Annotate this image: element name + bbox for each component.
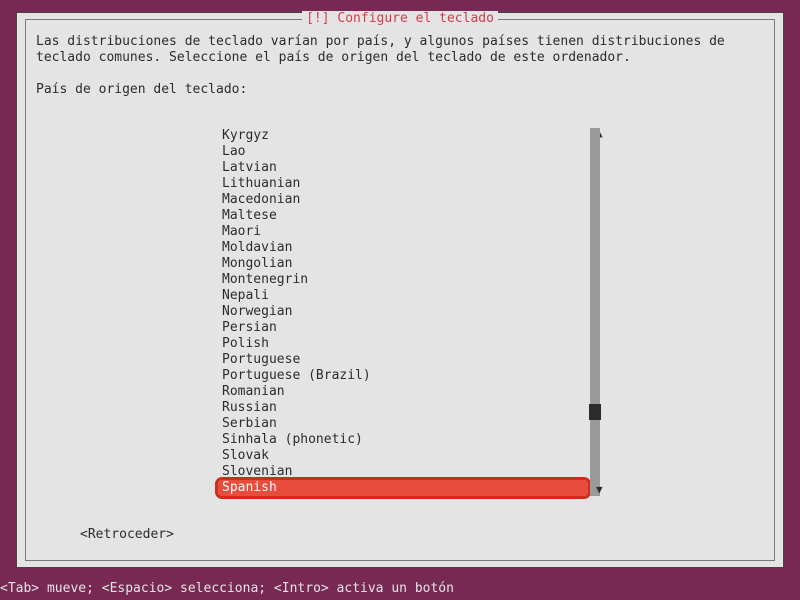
dialog-border: [!] Configure el teclado Las distribucio…	[25, 19, 775, 561]
dialog-content: Las distribuciones de teclado varían por…	[36, 34, 764, 97]
country-option[interactable]: Slovenian	[218, 464, 588, 480]
scrollbar-thumb[interactable]	[589, 404, 601, 420]
country-option[interactable]: Slovak	[218, 448, 588, 464]
country-option[interactable]: Sinhala (phonetic)	[218, 432, 588, 448]
country-option[interactable]: Serbian	[218, 416, 588, 432]
back-button[interactable]: <Retroceder>	[80, 527, 174, 542]
dialog-window: [!] Configure el teclado Las distribucio…	[16, 12, 784, 568]
country-option[interactable]: Latvian	[218, 160, 588, 176]
scroll-down-arrow[interactable]: ▼	[596, 482, 603, 497]
country-option[interactable]: Moldavian	[218, 240, 588, 256]
dialog-title: [!] Configure el teclado	[302, 11, 498, 26]
country-option[interactable]: Maltese	[218, 208, 588, 224]
country-option[interactable]: Romanian	[218, 384, 588, 400]
prompt-label: País de origen del teclado:	[36, 82, 764, 97]
country-option[interactable]: Russian	[218, 400, 588, 416]
country-option[interactable]: Norwegian	[218, 304, 588, 320]
country-option[interactable]: Montenegrin	[218, 272, 588, 288]
country-list[interactable]: KyrgyzLaoLatvianLithuanianMacedonianMalt…	[218, 128, 588, 496]
country-option[interactable]: Nepali	[218, 288, 588, 304]
description-text: Las distribuciones de teclado varían por…	[36, 34, 764, 66]
country-option[interactable]: Polish	[218, 336, 588, 352]
country-option[interactable]: Lao	[218, 144, 588, 160]
country-option[interactable]: Lithuanian	[218, 176, 588, 192]
country-option[interactable]: Mongolian	[218, 256, 588, 272]
scrollbar-track[interactable]	[590, 128, 600, 496]
country-option[interactable]: Portuguese	[218, 352, 588, 368]
country-option[interactable]: Macedonian	[218, 192, 588, 208]
country-option[interactable]: Persian	[218, 320, 588, 336]
country-option[interactable]: Kyrgyz	[218, 128, 588, 144]
country-option[interactable]: Portuguese (Brazil)	[218, 368, 588, 384]
help-bar: <Tab> mueve; <Espacio> selecciona; <Intr…	[0, 581, 454, 596]
country-option[interactable]: Maori	[218, 224, 588, 240]
country-option[interactable]: Spanish	[218, 480, 588, 496]
